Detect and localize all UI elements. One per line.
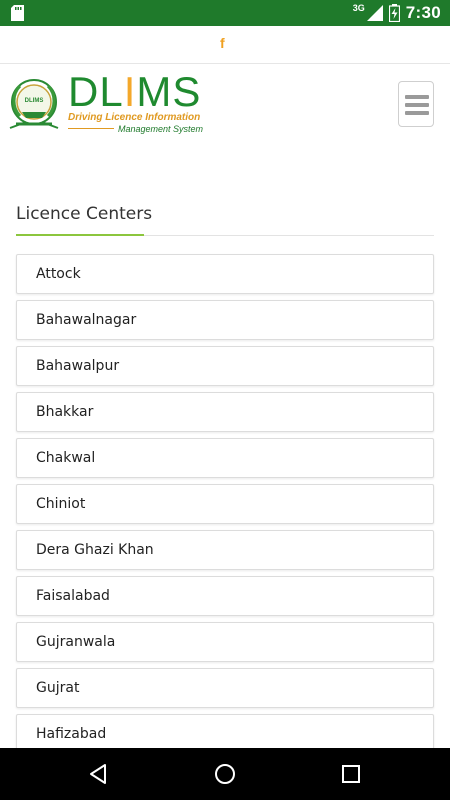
sd-card-icon	[11, 5, 24, 21]
center-list-item[interactable]: Bhakkar	[16, 392, 434, 432]
clock: 7:30	[405, 3, 441, 22]
center-list-item[interactable]: Chiniot	[16, 484, 434, 524]
facebook-icon[interactable]: f	[220, 35, 225, 51]
menu-line-icon	[405, 103, 429, 107]
battery-icon	[388, 4, 400, 22]
center-list-item[interactable]: Gujranwala	[16, 622, 434, 662]
site-header: DLIMS DLIMS Driving Licence Information …	[0, 64, 450, 144]
brand-name: DLIMS	[68, 71, 203, 113]
status-bar: 3G 7:30	[0, 0, 450, 26]
brand-tagline-2: Management System	[118, 124, 204, 134]
network-type-label: 3G	[352, 3, 365, 13]
home-icon[interactable]	[213, 762, 237, 786]
center-list-item[interactable]: Gujrat	[16, 668, 434, 708]
brand-tagline-1: Driving Licence Information	[68, 112, 201, 123]
brand-divider	[68, 128, 114, 129]
recents-icon[interactable]	[339, 762, 363, 786]
brand-block: DLIMS Driving Licence Information Manage…	[68, 71, 204, 135]
section-title-underline	[16, 234, 144, 236]
menu-line-icon	[405, 95, 429, 99]
menu-line-icon	[405, 111, 429, 115]
center-list-item[interactable]: Bahawalnagar	[16, 300, 434, 340]
center-list-item[interactable]: Faisalabad	[16, 576, 434, 616]
brand-name-accent: I	[123, 68, 137, 115]
system-navigation-bar	[0, 748, 450, 800]
center-list-item[interactable]: Dera Ghazi Khan	[16, 530, 434, 570]
dlims-emblem-logo[interactable]: DLIMS	[2, 72, 66, 136]
center-list-item[interactable]: Bahawalpur	[16, 346, 434, 386]
licence-centers-list: Attock Bahawalnagar Bahawalpur Bhakkar C…	[16, 254, 434, 760]
section-title: Licence Centers	[16, 204, 153, 224]
signal-icon	[366, 5, 383, 21]
social-bar: f	[0, 26, 450, 64]
back-icon[interactable]	[86, 762, 110, 786]
center-list-item[interactable]: Attock	[16, 254, 434, 294]
emblem-text: DLIMS	[25, 98, 44, 104]
hamburger-menu-button[interactable]	[398, 81, 434, 127]
center-list-item[interactable]: Chakwal	[16, 438, 434, 478]
brand-name-prefix: DL	[68, 68, 124, 115]
brand-name-suffix: MS	[136, 68, 202, 115]
